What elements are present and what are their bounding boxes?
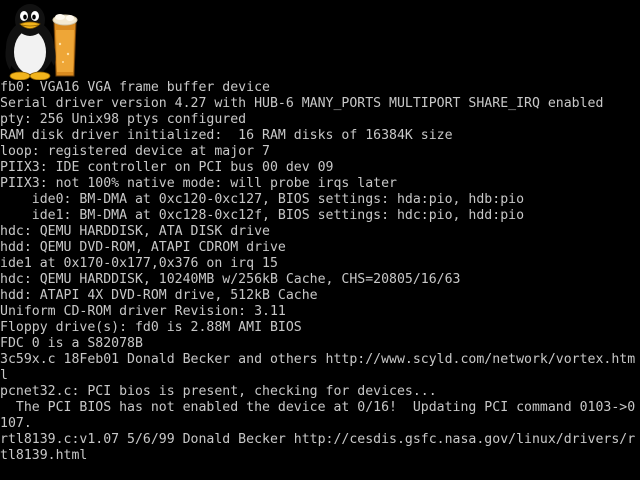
log-line: Uniform CD-ROM driver Revision: 3.11 xyxy=(0,304,286,319)
log-line: FDC 0 is a S82078B xyxy=(0,336,143,351)
log-line: hdd: QEMU DVD-ROM, ATAPI CDROM drive xyxy=(0,240,286,255)
log-line: hdc: QEMU HARDDISK, ATA DISK drive xyxy=(0,224,270,239)
log-line: PIIX3: IDE controller on PCI bus 00 dev … xyxy=(0,160,334,175)
console-screen: fb0: VGA16 VGA frame buffer device Seria… xyxy=(0,0,640,480)
log-line: tl8139.html xyxy=(0,448,88,463)
log-line: hdc: QEMU HARDDISK, 10240MB w/256kB Cach… xyxy=(0,272,461,287)
log-line: PIIX3: not 100% native mode: will probe … xyxy=(0,176,397,191)
log-line: ide0: BM-DMA at 0xc120-0xc127, BIOS sett… xyxy=(0,192,525,207)
kernel-boot-log: fb0: VGA16 VGA frame buffer device Seria… xyxy=(0,80,640,464)
log-line: 107. xyxy=(0,416,32,431)
log-line: rtl8139.c:v1.07 5/6/99 Donald Becker htt… xyxy=(0,432,636,447)
log-line: ide1 at 0x170-0x177,0x376 on irq 15 xyxy=(0,256,278,271)
log-line: fb0: VGA16 VGA frame buffer device xyxy=(0,80,270,95)
log-line: hdd: ATAPI 4X DVD-ROM drive, 512kB Cache xyxy=(0,288,318,303)
log-line: 3c59x.c 18Feb01 Donald Becker and others… xyxy=(0,352,636,367)
tux-logo-icon xyxy=(0,0,80,81)
log-line: The PCI BIOS has not enabled the device … xyxy=(0,400,636,415)
log-line: pcnet32.c: PCI bios is present, checking… xyxy=(0,384,437,399)
log-line: Serial driver version 4.27 with HUB-6 MA… xyxy=(0,96,604,111)
log-line: pty: 256 Unix98 ptys configured xyxy=(0,112,247,127)
log-line: ide1: BM-DMA at 0xc128-0xc12f, BIOS sett… xyxy=(0,208,525,223)
log-line: loop: registered device at major 7 xyxy=(0,144,270,159)
log-line: Floppy drive(s): fd0 is 2.88M AMI BIOS xyxy=(0,320,302,335)
log-line: RAM disk driver initialized: 16 RAM disk… xyxy=(0,128,453,143)
log-line: l xyxy=(0,368,8,383)
